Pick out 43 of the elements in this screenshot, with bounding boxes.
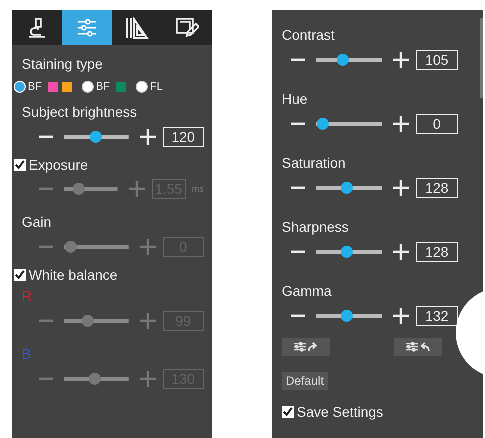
- slider-thumb[interactable]: [90, 131, 102, 143]
- control-label: Gamma: [282, 282, 333, 300]
- sliders-icon: [76, 18, 98, 38]
- microscope-icon: [27, 16, 47, 38]
- value-field[interactable]: 120: [162, 127, 204, 147]
- checkbox-label: Exposure: [29, 157, 88, 173]
- radio-button[interactable]: [136, 81, 148, 93]
- value-field[interactable]: 105: [416, 50, 458, 70]
- slider-thumb[interactable]: [341, 182, 354, 194]
- slider-thumb[interactable]: [341, 310, 354, 322]
- radio-label: FL: [150, 81, 163, 93]
- control-label: Saturation: [282, 154, 347, 172]
- checkbox-label: White balance: [29, 267, 118, 283]
- sliders-arrow-right-button[interactable]: [282, 338, 330, 356]
- value-field[interactable]: 128: [416, 242, 458, 262]
- checkbox[interactable]: [282, 406, 294, 418]
- sliders-arrow-left-button[interactable]: [394, 338, 442, 356]
- section-label: Staining type: [22, 55, 104, 73]
- control-label: Contrast: [282, 26, 336, 44]
- value-field[interactable]: 128: [416, 178, 458, 198]
- control-label: B: [22, 345, 32, 363]
- checkbox[interactable]: [14, 269, 26, 281]
- sliders-arrow-icon: [293, 341, 319, 353]
- slider-thumb[interactable]: [336, 54, 349, 66]
- scrollbar[interactable]: [480, 18, 483, 98]
- sliders-arrow-icon: [405, 341, 431, 353]
- checkbox-label: Save Settings: [297, 404, 384, 420]
- checkbox[interactable]: [14, 159, 26, 171]
- default-button[interactable]: Default: [282, 372, 328, 390]
- slider-thumb[interactable]: [341, 246, 354, 258]
- ruler-triangle-icon: [125, 16, 149, 38]
- value-field[interactable]: 0: [416, 114, 458, 134]
- radio-button[interactable]: [82, 81, 94, 93]
- control-label: Hue: [282, 90, 309, 108]
- control-label: Subject brightness: [22, 103, 138, 121]
- control-label: Sharpness: [282, 218, 350, 236]
- radio-label: BF: [28, 81, 42, 93]
- control-label: Gain: [22, 213, 53, 231]
- edit-icon: [175, 16, 199, 38]
- control-label: R: [22, 287, 34, 305]
- radio-label: BF: [96, 81, 110, 93]
- value-field[interactable]: 132: [416, 306, 458, 326]
- slider-thumb[interactable]: [317, 118, 330, 130]
